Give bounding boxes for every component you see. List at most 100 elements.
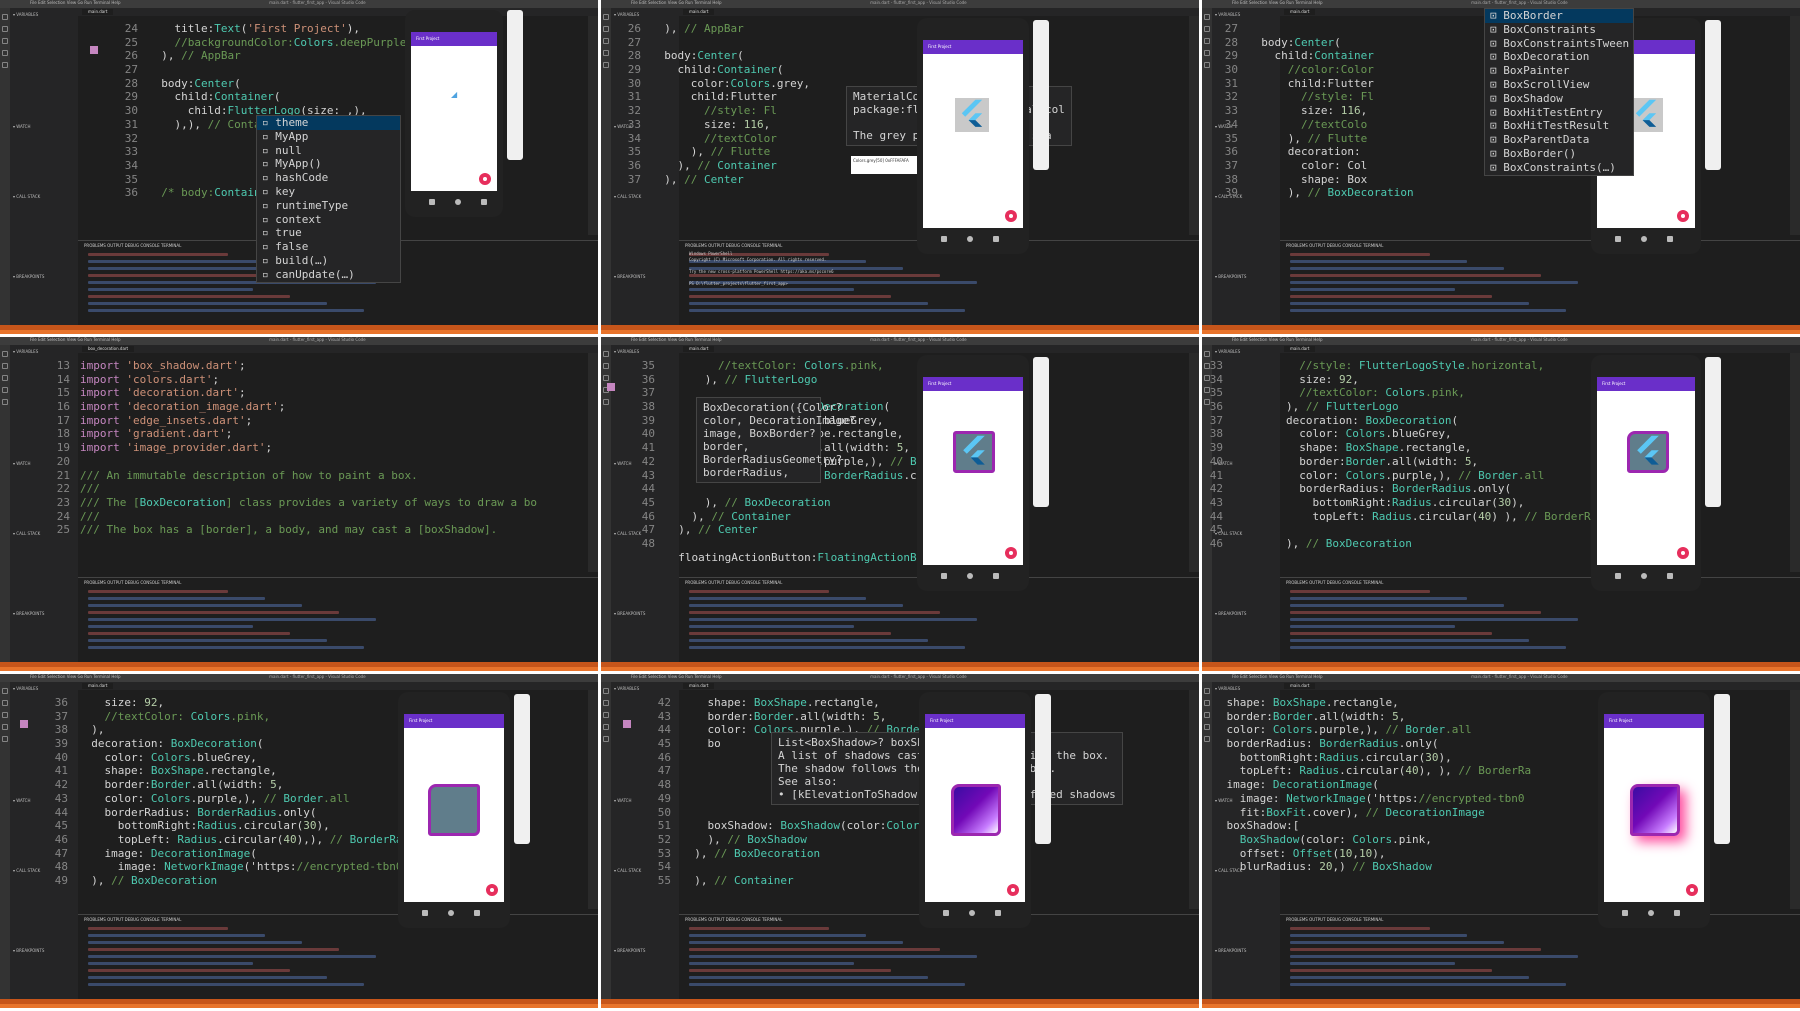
- sidebar-section-breakpoints[interactable]: ▾ BREAKPOINTS: [614, 948, 645, 953]
- problem-item[interactable]: [1290, 281, 1578, 284]
- suggestion-item[interactable]: ⊡ BoxConstraintsTween: [1485, 37, 1633, 51]
- suggestion-item[interactable]: ▫ hashCode: [257, 171, 400, 185]
- code-editor[interactable]: shape: BoxShape.rectangle, border:Border…: [1202, 696, 1531, 888]
- sidebar-section-call-stack[interactable]: ▾ CALL STACK: [614, 194, 641, 199]
- menu-bar[interactable]: File Edit Selection View Go Run Terminal…: [30, 674, 121, 679]
- editor-scrollbar[interactable]: [1790, 353, 1800, 572]
- tab-main-dart[interactable]: main.dart: [1284, 346, 1316, 352]
- problem-item[interactable]: [88, 934, 265, 937]
- home-icon[interactable]: [967, 573, 973, 579]
- home-icon[interactable]: [1648, 910, 1654, 916]
- sidebar-section-variables[interactable]: ▾ VARIABLES: [13, 349, 38, 354]
- panel-tabs[interactable]: PROBLEMS OUTPUT DEBUG CONSOLE TERMINAL: [685, 580, 782, 585]
- problem-item[interactable]: [689, 962, 854, 965]
- problem-item[interactable]: [88, 632, 290, 635]
- problem-item[interactable]: [689, 927, 829, 930]
- panel-tabs[interactable]: PROBLEMS OUTPUT DEBUG CONSOLE TERMINAL: [1286, 917, 1383, 922]
- problem-item[interactable]: [1290, 618, 1578, 621]
- run-debug-icon[interactable]: [603, 724, 609, 730]
- problem-item[interactable]: [1290, 267, 1504, 270]
- suggestion-item[interactable]: ⊡ BoxConstraints(…): [1485, 161, 1633, 175]
- source-control-icon[interactable]: [603, 375, 609, 381]
- problem-item[interactable]: [88, 618, 376, 621]
- problem-item[interactable]: [88, 941, 302, 944]
- suggestion-item[interactable]: ⊡ BoxBorder(): [1485, 147, 1633, 161]
- suggestion-item[interactable]: ▫ MyApp(): [257, 157, 400, 171]
- sidebar-section-variables[interactable]: ▾ VARIABLES: [1215, 686, 1240, 691]
- emulator-controls[interactable]: [1033, 20, 1049, 170]
- problem-item[interactable]: [88, 302, 327, 305]
- menu-bar[interactable]: File Edit Selection View Go Run Terminal…: [1232, 337, 1323, 342]
- suggestion-item[interactable]: ▫ runtimeType: [257, 199, 400, 213]
- recents-icon[interactable]: [1674, 910, 1680, 916]
- sidebar-section-breakpoints[interactable]: ▾ BREAKPOINTS: [13, 274, 44, 279]
- problem-item[interactable]: [1290, 604, 1504, 607]
- problem-item[interactable]: [1290, 646, 1566, 649]
- sidebar-section-variables[interactable]: ▾ VARIABLES: [1215, 349, 1240, 354]
- menu-bar[interactable]: File Edit Selection View Go Run Terminal…: [631, 674, 722, 679]
- problem-item[interactable]: [88, 590, 228, 593]
- sidebar-section-variables[interactable]: ▾ VARIABLES: [614, 12, 639, 17]
- sidebar-section-breakpoints[interactable]: ▾ BREAKPOINTS: [1215, 274, 1246, 279]
- tab-main-dart[interactable]: main.dart: [683, 683, 715, 689]
- problem-item[interactable]: [88, 969, 290, 972]
- suggestion-item[interactable]: ⊡ BoxBorder: [1485, 9, 1633, 23]
- problem-item[interactable]: [689, 941, 903, 944]
- run-debug-icon[interactable]: [2, 724, 8, 730]
- sidebar-section-call-stack[interactable]: ▾ CALL STACK: [13, 531, 40, 536]
- home-icon[interactable]: [448, 910, 454, 916]
- android-emulator[interactable]: First Project: [917, 18, 1029, 254]
- problem-item[interactable]: [689, 295, 891, 298]
- sidebar-section-breakpoints[interactable]: ▾ BREAKPOINTS: [1215, 611, 1246, 616]
- breakpoint-marker[interactable]: [20, 720, 28, 728]
- emulator-controls[interactable]: [507, 10, 523, 160]
- problem-item[interactable]: [88, 639, 327, 642]
- problem-item[interactable]: [88, 611, 339, 614]
- tab-main-dart[interactable]: main.dart: [683, 346, 715, 352]
- suggestion-item[interactable]: ⊡ BoxHitTestResult: [1485, 119, 1633, 133]
- sidebar-section-variables[interactable]: ▾ VARIABLES: [614, 686, 639, 691]
- panel-tabs[interactable]: PROBLEMS OUTPUT DEBUG CONSOLE TERMINAL: [1286, 580, 1383, 585]
- autocomplete-popup[interactable]: ⊡ BoxBorder ⊡ BoxConstraints ⊡ BoxConstrai…: [1484, 8, 1634, 176]
- search-icon[interactable]: [2, 26, 8, 32]
- problem-item[interactable]: [689, 934, 866, 937]
- explorer-icon[interactable]: [2, 351, 8, 357]
- back-icon[interactable]: [943, 910, 949, 916]
- sidebar-section-breakpoints[interactable]: ▾ BREAKPOINTS: [614, 274, 645, 279]
- problem-item[interactable]: [1290, 962, 1455, 965]
- problem-item[interactable]: [689, 625, 854, 628]
- problem-item[interactable]: [689, 611, 940, 614]
- extensions-icon[interactable]: [603, 736, 609, 742]
- source-control-icon[interactable]: [603, 712, 609, 718]
- problem-item[interactable]: [1290, 611, 1541, 614]
- back-icon[interactable]: [941, 573, 947, 579]
- home-icon[interactable]: [1641, 236, 1647, 242]
- problem-item[interactable]: [1290, 955, 1578, 958]
- sidebar-section-call-stack[interactable]: ▾ CALL STACK: [13, 194, 40, 199]
- code-editor[interactable]: ), // AppBar body:Center( child:Containe…: [651, 22, 810, 186]
- floating-action-button[interactable]: [479, 173, 491, 185]
- problem-item[interactable]: [1290, 969, 1492, 972]
- editor-scrollbar[interactable]: [1189, 353, 1199, 572]
- source-control-icon[interactable]: [2, 38, 8, 44]
- back-icon[interactable]: [429, 199, 435, 205]
- suggestion-item[interactable]: ▫ MyApp: [257, 130, 400, 144]
- recents-icon[interactable]: [1667, 236, 1673, 242]
- sidebar-section-variables[interactable]: ▾ VARIABLES: [1215, 12, 1240, 17]
- menu-bar[interactable]: File Edit Selection View Go Run Terminal…: [631, 337, 722, 342]
- editor-scrollbar[interactable]: [588, 353, 598, 572]
- recents-icon[interactable]: [993, 573, 999, 579]
- suggestion-item[interactable]: ▫ null: [257, 144, 400, 158]
- problem-item[interactable]: [689, 274, 940, 277]
- problem-item[interactable]: [88, 983, 364, 986]
- code-editor[interactable]: body:Center( child:Container //color:Col…: [1248, 22, 1413, 200]
- tab-main-dart[interactable]: box_decoration.dart: [82, 346, 135, 352]
- panel-tabs[interactable]: PROBLEMS OUTPUT DEBUG CONSOLE TERMINAL: [84, 917, 181, 922]
- problem-item[interactable]: [1290, 625, 1455, 628]
- problem-item[interactable]: [1290, 941, 1504, 944]
- problem-item[interactable]: [88, 955, 376, 958]
- problem-item[interactable]: [88, 948, 339, 951]
- android-emulator[interactable]: First Project: [1591, 355, 1701, 591]
- android-emulator[interactable]: First Project: [398, 692, 510, 928]
- home-icon[interactable]: [969, 910, 975, 916]
